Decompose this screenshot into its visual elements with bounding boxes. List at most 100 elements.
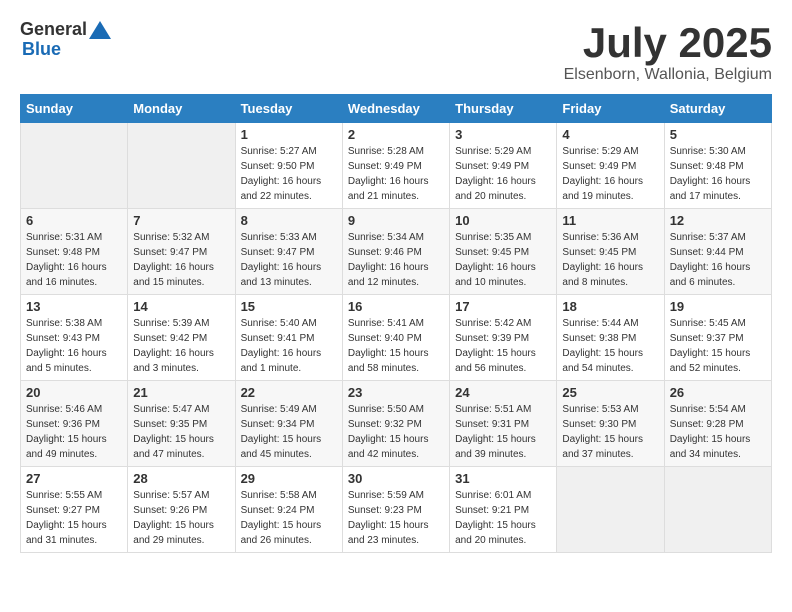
day-number: 21 — [133, 385, 229, 400]
day-number: 11 — [562, 213, 658, 228]
day-info: Sunrise: 5:54 AMSunset: 9:28 PMDaylight:… — [670, 402, 766, 462]
day-info: Sunrise: 5:36 AMSunset: 9:45 PMDaylight:… — [562, 230, 658, 290]
table-row: 10 Sunrise: 5:35 AMSunset: 9:45 PMDayligh… — [450, 209, 557, 295]
day-number: 10 — [455, 213, 551, 228]
day-number: 23 — [348, 385, 444, 400]
day-info: Sunrise: 5:29 AMSunset: 9:49 PMDaylight:… — [562, 144, 658, 204]
header-thursday: Thursday — [450, 95, 557, 123]
day-info: Sunrise: 5:30 AMSunset: 9:48 PMDaylight:… — [670, 144, 766, 204]
day-number: 4 — [562, 127, 658, 142]
day-info: Sunrise: 5:32 AMSunset: 9:47 PMDaylight:… — [133, 230, 229, 290]
day-info: Sunrise: 5:42 AMSunset: 9:39 PMDaylight:… — [455, 316, 551, 376]
day-number: 8 — [241, 213, 337, 228]
day-info: Sunrise: 5:28 AMSunset: 9:49 PMDaylight:… — [348, 144, 444, 204]
table-row: 5 Sunrise: 5:30 AMSunset: 9:48 PMDaylight… — [664, 123, 771, 209]
day-info: Sunrise: 5:27 AMSunset: 9:50 PMDaylight:… — [241, 144, 337, 204]
table-row: 8 Sunrise: 5:33 AMSunset: 9:47 PMDaylight… — [235, 209, 342, 295]
day-number: 25 — [562, 385, 658, 400]
day-info: Sunrise: 5:39 AMSunset: 9:42 PMDaylight:… — [133, 316, 229, 376]
table-row: 28 Sunrise: 5:57 AMSunset: 9:26 PMDayligh… — [128, 467, 235, 553]
day-number: 30 — [348, 471, 444, 486]
day-number: 18 — [562, 299, 658, 314]
calendar-table: Sunday Monday Tuesday Wednesday Thursday… — [20, 94, 772, 553]
day-number: 6 — [26, 213, 122, 228]
table-row: 30 Sunrise: 5:59 AMSunset: 9:23 PMDayligh… — [342, 467, 449, 553]
day-info: Sunrise: 5:40 AMSunset: 9:41 PMDaylight:… — [241, 316, 337, 376]
day-info: Sunrise: 5:35 AMSunset: 9:45 PMDaylight:… — [455, 230, 551, 290]
day-number: 27 — [26, 471, 122, 486]
logo-blue: Blue — [22, 40, 111, 60]
day-info: Sunrise: 5:58 AMSunset: 9:24 PMDaylight:… — [241, 488, 337, 548]
day-info: Sunrise: 5:59 AMSunset: 9:23 PMDaylight:… — [348, 488, 444, 548]
table-row: 27 Sunrise: 5:55 AMSunset: 9:27 PMDayligh… — [21, 467, 128, 553]
table-row: 18 Sunrise: 5:44 AMSunset: 9:38 PMDayligh… — [557, 295, 664, 381]
day-number: 31 — [455, 471, 551, 486]
table-row — [21, 123, 128, 209]
table-row: 23 Sunrise: 5:50 AMSunset: 9:32 PMDayligh… — [342, 381, 449, 467]
day-info: Sunrise: 5:45 AMSunset: 9:37 PMDaylight:… — [670, 316, 766, 376]
header-monday: Monday — [128, 95, 235, 123]
table-row: 13 Sunrise: 5:38 AMSunset: 9:43 PMDayligh… — [21, 295, 128, 381]
day-info: Sunrise: 5:46 AMSunset: 9:36 PMDaylight:… — [26, 402, 122, 462]
day-info: Sunrise: 5:53 AMSunset: 9:30 PMDaylight:… — [562, 402, 658, 462]
calendar-week-0: 1 Sunrise: 5:27 AMSunset: 9:50 PMDaylight… — [21, 123, 772, 209]
day-info: Sunrise: 5:51 AMSunset: 9:31 PMDaylight:… — [455, 402, 551, 462]
table-row: 1 Sunrise: 5:27 AMSunset: 9:50 PMDaylight… — [235, 123, 342, 209]
day-number: 20 — [26, 385, 122, 400]
table-row: 17 Sunrise: 5:42 AMSunset: 9:39 PMDayligh… — [450, 295, 557, 381]
day-number: 19 — [670, 299, 766, 314]
day-number: 26 — [670, 385, 766, 400]
day-number: 28 — [133, 471, 229, 486]
table-row: 9Sunrise: 5:34 AMSunset: 9:46 PMDaylight… — [342, 209, 449, 295]
day-number: 13 — [26, 299, 122, 314]
day-info: Sunrise: 5:44 AMSunset: 9:38 PMDaylight:… — [562, 316, 658, 376]
header-saturday: Saturday — [664, 95, 771, 123]
logo: General Blue — [20, 20, 111, 60]
table-row: 31Sunrise: 6:01 AMSunset: 9:21 PMDayligh… — [450, 467, 557, 553]
day-info: Sunrise: 5:55 AMSunset: 9:27 PMDaylight:… — [26, 488, 122, 548]
table-row — [557, 467, 664, 553]
header-wednesday: Wednesday — [342, 95, 449, 123]
day-info: Sunrise: 5:38 AMSunset: 9:43 PMDaylight:… — [26, 316, 122, 376]
table-row: 29Sunrise: 5:58 AMSunset: 9:24 PMDayligh… — [235, 467, 342, 553]
day-info: Sunrise: 5:57 AMSunset: 9:26 PMDaylight:… — [133, 488, 229, 548]
location-subtitle: Elsenborn, Wallonia, Belgium — [564, 66, 772, 84]
day-info: Sunrise: 5:47 AMSunset: 9:35 PMDaylight:… — [133, 402, 229, 462]
day-info: Sunrise: 5:31 AMSunset: 9:48 PMDaylight:… — [26, 230, 122, 290]
calendar-week-3: 20 Sunrise: 5:46 AMSunset: 9:36 PMDayligh… — [21, 381, 772, 467]
table-row: 4 Sunrise: 5:29 AMSunset: 9:49 PMDaylight… — [557, 123, 664, 209]
header-tuesday: Tuesday — [235, 95, 342, 123]
table-row: 11 Sunrise: 5:36 AMSunset: 9:45 PMDayligh… — [557, 209, 664, 295]
table-row: 14 Sunrise: 5:39 AMSunset: 9:42 PMDayligh… — [128, 295, 235, 381]
title-block: July 2025 Elsenborn, Wallonia, Belgium — [564, 20, 772, 84]
day-number: 24 — [455, 385, 551, 400]
day-info: Sunrise: 5:33 AMSunset: 9:47 PMDaylight:… — [241, 230, 337, 290]
day-number: 7 — [133, 213, 229, 228]
table-row: 2 Sunrise: 5:28 AMSunset: 9:49 PMDaylight… — [342, 123, 449, 209]
header-friday: Friday — [557, 95, 664, 123]
day-number: 2 — [348, 127, 444, 142]
logo-block: General Blue — [20, 20, 111, 60]
calendar-header-row: Sunday Monday Tuesday Wednesday Thursday… — [21, 95, 772, 123]
day-number: 9 — [348, 213, 444, 228]
table-row: 22Sunrise: 5:49 AMSunset: 9:34 PMDayligh… — [235, 381, 342, 467]
calendar-week-4: 27 Sunrise: 5:55 AMSunset: 9:27 PMDayligh… — [21, 467, 772, 553]
calendar-week-1: 6 Sunrise: 5:31 AMSunset: 9:48 PMDaylight… — [21, 209, 772, 295]
logo-general: General — [20, 20, 111, 40]
day-number: 1 — [241, 127, 337, 142]
header-sunday: Sunday — [21, 95, 128, 123]
day-number: 5 — [670, 127, 766, 142]
table-row: 7 Sunrise: 5:32 AMSunset: 9:47 PMDaylight… — [128, 209, 235, 295]
day-number: 12 — [670, 213, 766, 228]
table-row — [664, 467, 771, 553]
day-info: Sunrise: 5:37 AMSunset: 9:44 PMDaylight:… — [670, 230, 766, 290]
table-row: 19 Sunrise: 5:45 AMSunset: 9:37 PMDayligh… — [664, 295, 771, 381]
table-row: 21 Sunrise: 5:47 AMSunset: 9:35 PMDayligh… — [128, 381, 235, 467]
table-row — [128, 123, 235, 209]
day-number: 17 — [455, 299, 551, 314]
table-row: 20 Sunrise: 5:46 AMSunset: 9:36 PMDayligh… — [21, 381, 128, 467]
calendar-week-2: 13 Sunrise: 5:38 AMSunset: 9:43 PMDayligh… — [21, 295, 772, 381]
day-info: Sunrise: 5:50 AMSunset: 9:32 PMDaylight:… — [348, 402, 444, 462]
day-number: 14 — [133, 299, 229, 314]
day-info: Sunrise: 5:29 AMSunset: 9:49 PMDaylight:… — [455, 144, 551, 204]
